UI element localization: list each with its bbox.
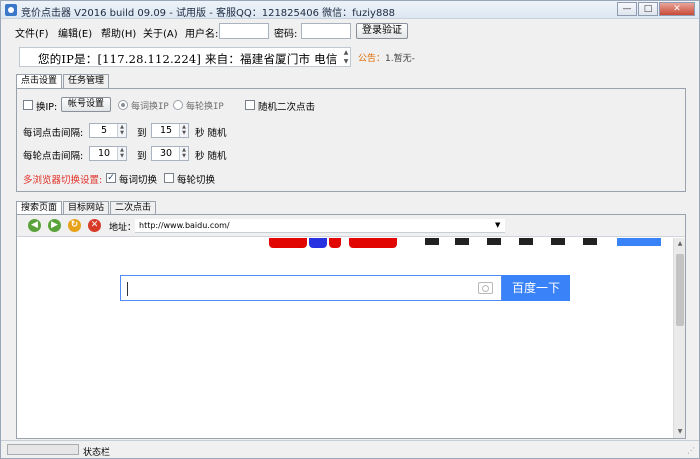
settings-tabs: 点击设置 任务管理 bbox=[16, 74, 110, 89]
tab-click-settings[interactable]: 点击设置 bbox=[16, 74, 63, 89]
per-round-switch-label: 每轮切换 bbox=[177, 175, 216, 186]
username-label: 用户名: bbox=[185, 29, 219, 40]
baidu-search-input[interactable] bbox=[120, 275, 502, 301]
app-icon bbox=[5, 4, 17, 16]
address-label: 地址： bbox=[109, 223, 137, 233]
baidu-search-button[interactable]: 百度一下 bbox=[502, 275, 570, 301]
menu-about[interactable]: 关于(A) bbox=[143, 25, 178, 40]
word-interval-to-spinner[interactable]: ▲ ▼ bbox=[179, 124, 188, 137]
browser-panel: ◀ ▶ ↻ ✕ 地址： http://www.baidu.com/ ▼ 百度一下… bbox=[16, 214, 686, 439]
round-interval-label: 每轮点击间隔: bbox=[23, 151, 84, 162]
back-icon[interactable]: ◀ bbox=[28, 219, 41, 232]
word-interval-label: 每词点击间隔: bbox=[23, 128, 84, 139]
per-round-switch-checkbox[interactable] bbox=[164, 173, 174, 183]
per-word-change-ip-label: 每词换IP bbox=[131, 102, 169, 112]
menu-bar: 文件(F) 编辑(E) 帮助(H) 关于(A) 用户名: 密码: 登录验证 bbox=[1, 20, 699, 42]
web-view: 百度一下 bbox=[17, 238, 673, 438]
per-round-change-ip-label: 每轮换IP bbox=[186, 102, 224, 112]
ip-spin-control[interactable]: ▲ ▼ bbox=[341, 48, 351, 66]
seconds-random-label: 秒 随机 bbox=[195, 128, 227, 139]
seconds-random-label-2: 秒 随机 bbox=[195, 151, 227, 162]
window-title: 竞价点击器 V2016 build 09.09 - 试用版 - 客服QQ：121… bbox=[21, 8, 396, 19]
status-text: 状态栏 bbox=[83, 448, 111, 458]
resize-grip-icon[interactable]: ⋰ bbox=[687, 446, 697, 456]
per-word-switch-label: 每词切换 bbox=[119, 175, 158, 186]
menu-file[interactable]: 文件(F) bbox=[15, 25, 49, 40]
stop-icon[interactable]: ✕ bbox=[88, 219, 101, 232]
notice-text: 1.暂无- bbox=[385, 54, 415, 64]
change-ip-label: 换IP: bbox=[36, 102, 58, 113]
notice-label: 公告： bbox=[358, 54, 386, 64]
word-interval-from-value: 5 bbox=[100, 125, 108, 136]
baidu-logo[interactable] bbox=[269, 238, 419, 248]
to-label-2: 到 bbox=[137, 151, 147, 162]
round-interval-to-value: 30 bbox=[159, 148, 173, 159]
address-dropdown-icon[interactable]: ▼ bbox=[495, 221, 500, 229]
round-interval-from-input[interactable]: 10 ▲ ▼ bbox=[89, 146, 127, 161]
per-word-switch-checkbox[interactable]: ✓ bbox=[106, 173, 116, 183]
status-bar: 状态栏 ⋰ bbox=[1, 440, 699, 458]
minimize-button[interactable]: — bbox=[617, 2, 637, 16]
window-controls: — □ ✕ bbox=[616, 2, 695, 16]
progress-bar bbox=[7, 444, 79, 455]
word-interval-to-value: 15 bbox=[159, 125, 173, 136]
menu-help[interactable]: 帮助(H) bbox=[101, 25, 136, 40]
per-round-change-ip-radio[interactable] bbox=[173, 100, 183, 110]
multi-browser-label: 多浏览器切换设置: bbox=[23, 175, 103, 186]
tab-task-management[interactable]: 任务管理 bbox=[63, 74, 110, 88]
menu-edit[interactable]: 编辑(E) bbox=[58, 25, 92, 40]
account-settings-button[interactable]: 帐号设置 bbox=[61, 97, 111, 112]
address-input[interactable]: http://www.baidu.com/ bbox=[135, 219, 505, 233]
scroll-up-icon[interactable]: ▲ bbox=[674, 238, 686, 250]
per-word-change-ip-radio[interactable] bbox=[118, 100, 128, 110]
app-window: 竞价点击器 V2016 build 09.09 - 试用版 - 客服QQ：121… bbox=[0, 0, 700, 459]
round-interval-to-input[interactable]: 30 ▲ ▼ bbox=[151, 146, 189, 161]
round-interval-to-spinner[interactable]: ▲ ▼ bbox=[179, 147, 188, 160]
scroll-down-icon[interactable]: ▼ bbox=[674, 426, 686, 438]
random-second-click-label: 随机二次点击 bbox=[258, 102, 316, 113]
top-nav-links[interactable] bbox=[425, 238, 615, 246]
round-interval-from-spinner[interactable]: ▲ ▼ bbox=[117, 147, 126, 160]
browser-toolbar: ◀ ▶ ↻ ✕ 地址： http://www.baidu.com/ ▼ bbox=[17, 215, 685, 237]
maximize-button[interactable]: □ bbox=[638, 2, 658, 16]
text-caret bbox=[127, 282, 128, 296]
tab-target-site[interactable]: 目标网站 bbox=[63, 201, 110, 215]
word-interval-from-spinner[interactable]: ▲ ▼ bbox=[117, 124, 126, 137]
ip-display: 您的IP是：[117.28.112.224] 来自：福建省厦门市 电信 bbox=[19, 47, 351, 67]
forward-icon[interactable]: ▶ bbox=[48, 219, 61, 232]
ip-text: 您的IP是：[117.28.112.224] 来自：福建省厦门市 电信 bbox=[38, 52, 338, 66]
password-label: 密码: bbox=[274, 29, 298, 40]
notice: 公告：1.暂无- bbox=[358, 51, 415, 64]
round-interval-from-value: 10 bbox=[97, 148, 111, 159]
random-second-click-checkbox[interactable] bbox=[245, 100, 255, 110]
baidu-search-form: 百度一下 bbox=[120, 275, 570, 301]
camera-icon[interactable] bbox=[478, 282, 493, 294]
baidu-login-button[interactable] bbox=[617, 238, 661, 246]
word-interval-to-input[interactable]: 15 ▲ ▼ bbox=[151, 123, 189, 138]
refresh-icon[interactable]: ↻ bbox=[68, 219, 81, 232]
tab-second-click[interactable]: 二次点击 bbox=[110, 201, 157, 215]
web-scrollbar[interactable]: ▲ ▼ bbox=[673, 238, 685, 438]
click-settings-panel: 换IP: 帐号设置 每词换IP 每轮换IP 随机二次点击 每词点击间隔: 5 ▲… bbox=[16, 88, 686, 192]
login-button[interactable]: 登录验证 bbox=[356, 23, 408, 39]
scroll-thumb[interactable] bbox=[676, 254, 684, 326]
password-input[interactable] bbox=[301, 23, 351, 39]
title-bar: 竞价点击器 V2016 build 09.09 - 试用版 - 客服QQ：121… bbox=[1, 1, 699, 19]
to-label: 到 bbox=[137, 128, 147, 139]
username-input[interactable] bbox=[219, 23, 269, 39]
close-button[interactable]: ✕ bbox=[659, 2, 695, 16]
word-interval-from-input[interactable]: 5 ▲ ▼ bbox=[89, 123, 127, 138]
change-ip-checkbox[interactable] bbox=[23, 100, 33, 110]
